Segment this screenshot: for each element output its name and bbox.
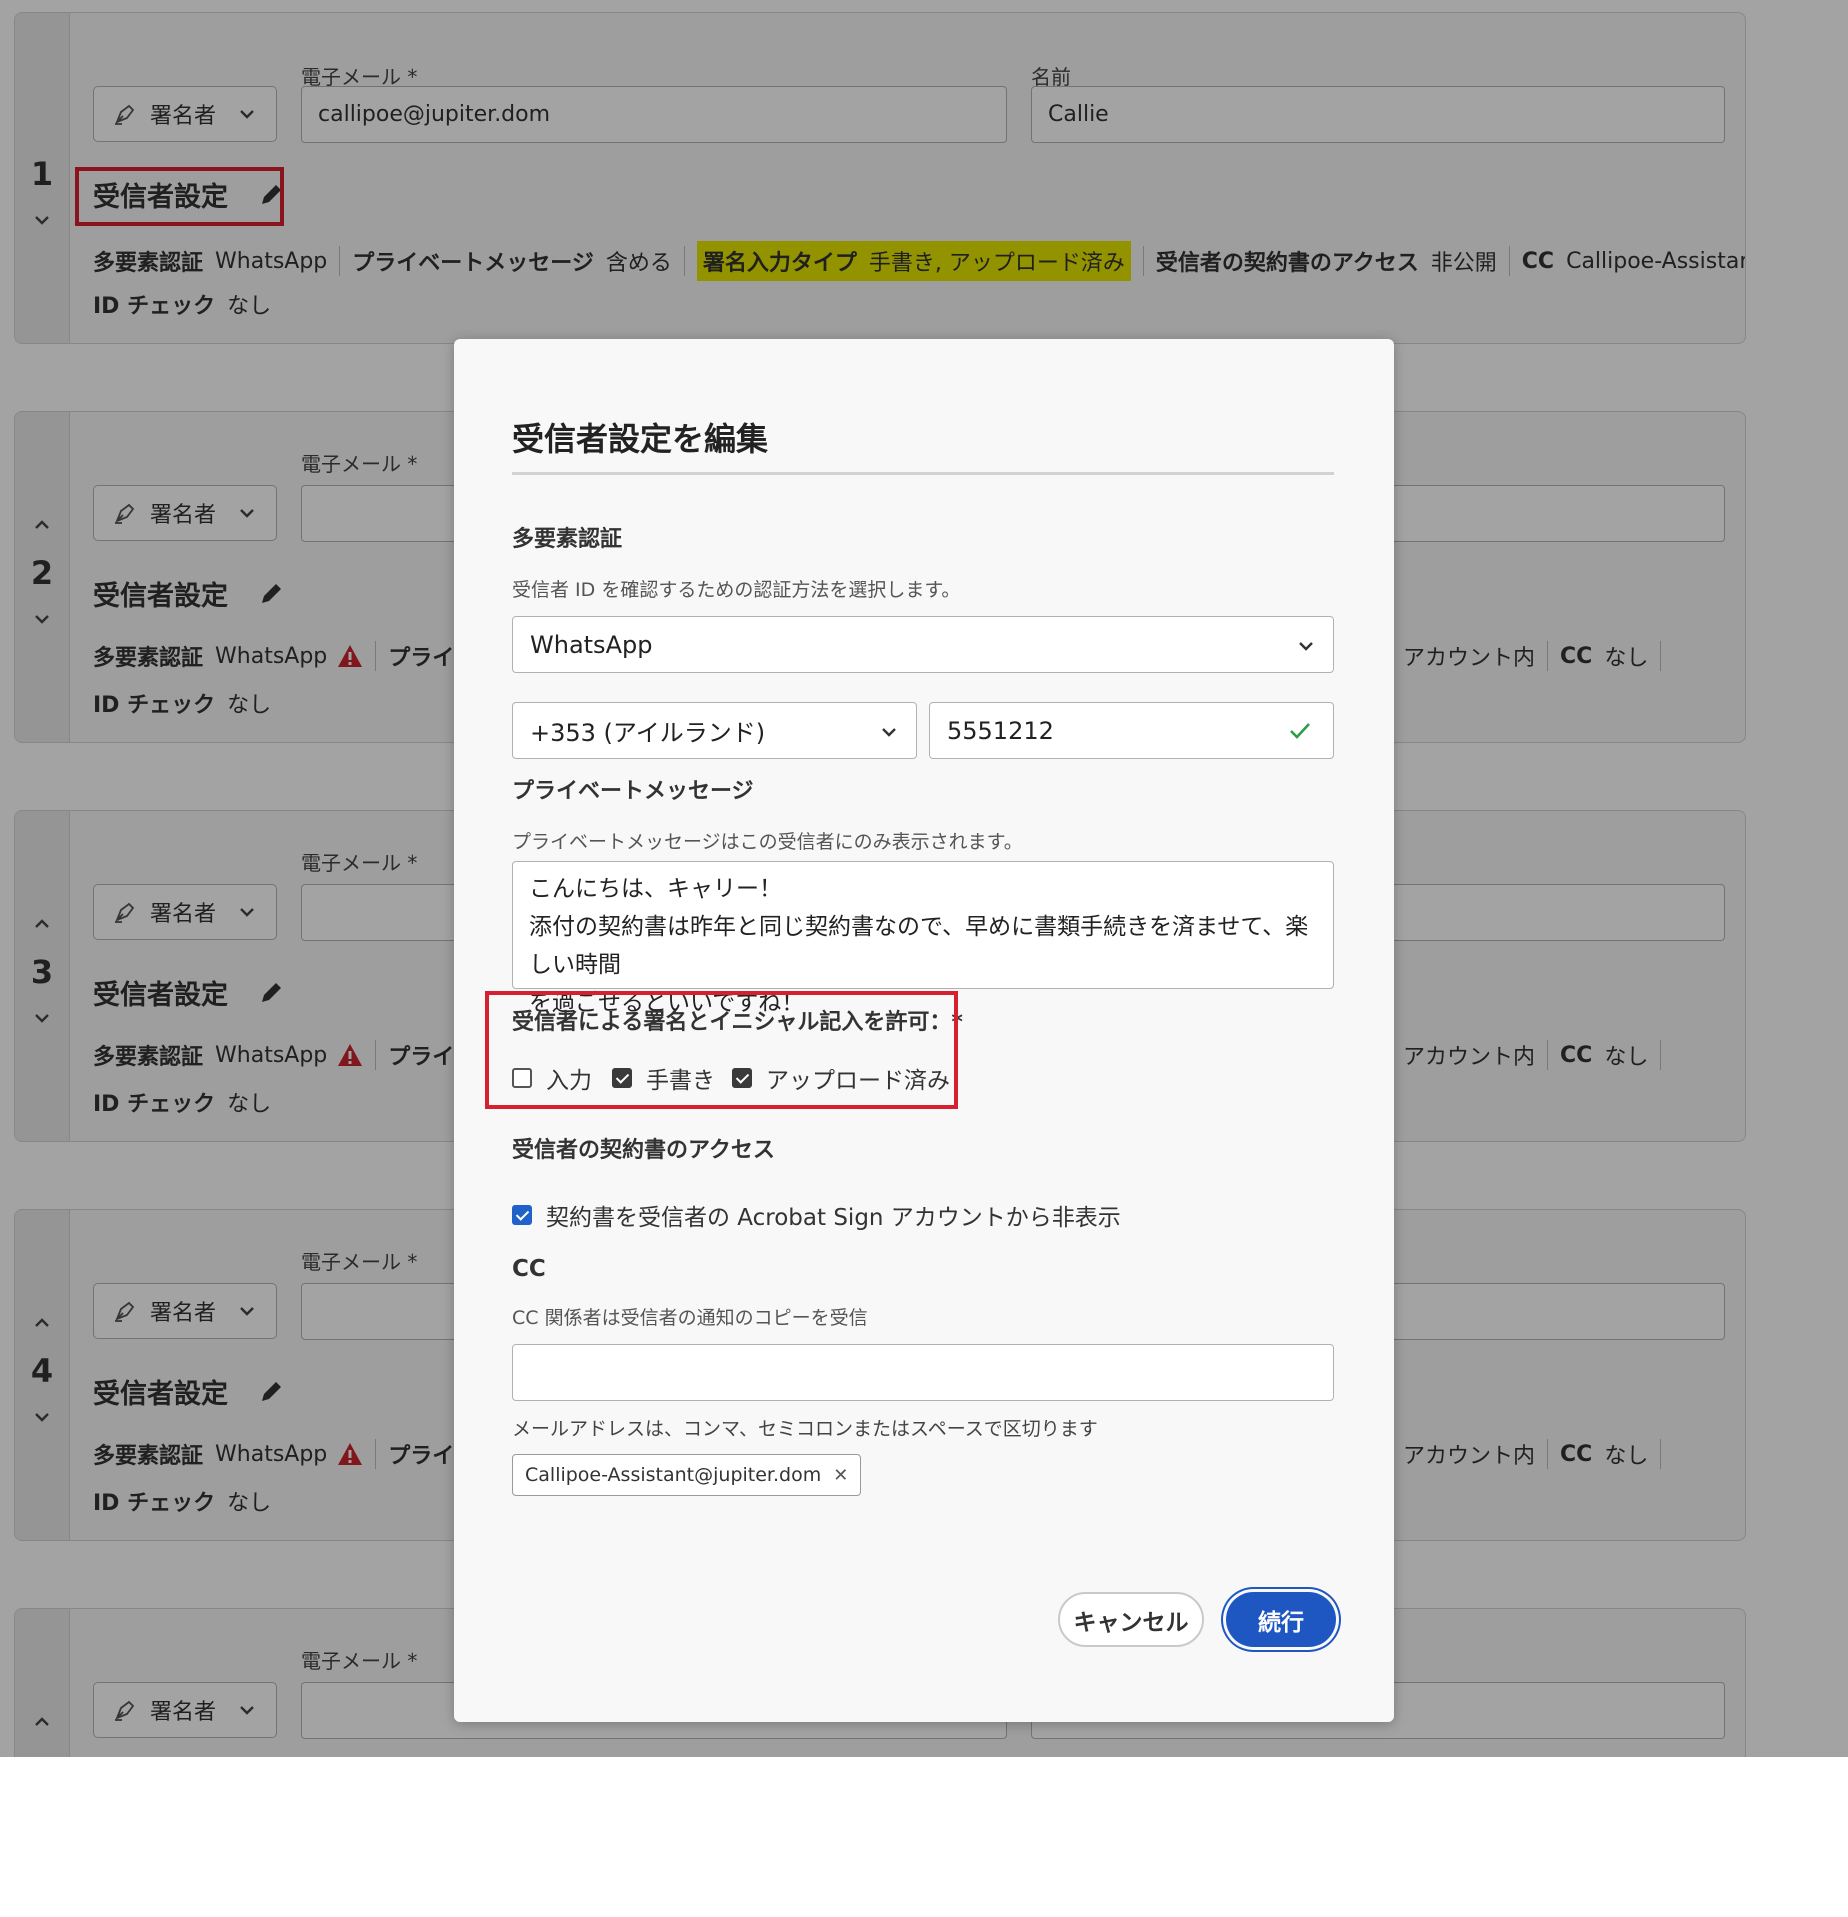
cc-heading: CC: [512, 1256, 546, 1282]
private-message-textarea[interactable]: こんにちは、キャリー！ 添付の契約書は昨年と同じ契約書なので、早めに書類手続きを…: [512, 861, 1334, 1016]
mfa-heading: 多要素認証: [512, 527, 623, 552]
checkbox-checked-icon[interactable]: [512, 1205, 532, 1225]
country-code-value: +353 (アイルランド): [530, 719, 766, 747]
mfa-description: 受信者 ID を確認するための認証方法を選択します。: [512, 579, 961, 601]
dialog-title: 受信者設定を編集: [512, 420, 769, 458]
check-valid-icon: [1290, 723, 1310, 739]
continue-button[interactable]: 続行: [1226, 1592, 1336, 1647]
access-heading: 受信者の契約書のアクセス: [512, 1138, 775, 1163]
mfa-selected-value: WhatsApp: [530, 630, 653, 659]
cc-email-tag: Callipoe-Assistant@jupiter.dom ✕: [512, 1454, 862, 1496]
hide-from-account-checkbox[interactable]: 契約書を受信者の Acrobat Sign アカウントから非表示: [512, 1198, 1121, 1232]
cc-hint: メールアドレスは、コンマ、セミコロンまたはスペースで区切ります: [512, 1418, 1098, 1440]
cc-email-input[interactable]: [512, 1344, 1334, 1401]
country-code-select[interactable]: +353 (アイルランド): [512, 702, 917, 759]
cancel-button[interactable]: キャンセル: [1058, 1592, 1204, 1647]
message-line: こんにちは、キャリー！: [529, 876, 782, 902]
background-page: 1 署名者 電子メール * callipoe@jupiter.dom 名前 Ca…: [0, 0, 1848, 1757]
chevron-down-icon: [882, 728, 896, 737]
private-message-description: プライベートメッセージはこの受信者にのみ表示されます。: [512, 831, 1023, 853]
checkbox-label: 契約書を受信者の Acrobat Sign アカウントから非表示: [546, 1205, 1121, 1231]
remove-tag-icon[interactable]: ✕: [833, 1465, 848, 1486]
chevron-down-icon: [1299, 642, 1313, 651]
message-line: 添付の契約書は昨年と同じ契約書なので、早めに書類手続きを済ませて、楽しい時間: [529, 914, 1309, 978]
cc-description: CC 関係者は受信者の通知のコピーを受信: [512, 1307, 868, 1329]
mfa-method-select[interactable]: WhatsApp: [512, 616, 1334, 673]
private-message-heading: プライベートメッセージ: [512, 779, 754, 804]
phone-number-field[interactable]: 5551212: [929, 702, 1334, 759]
annotation-highlight-box: [485, 991, 958, 1109]
cc-tag-text: Callipoe-Assistant@jupiter.dom: [525, 1464, 822, 1486]
title-divider: [512, 472, 1334, 475]
phone-number-value: 5551212: [947, 716, 1054, 745]
